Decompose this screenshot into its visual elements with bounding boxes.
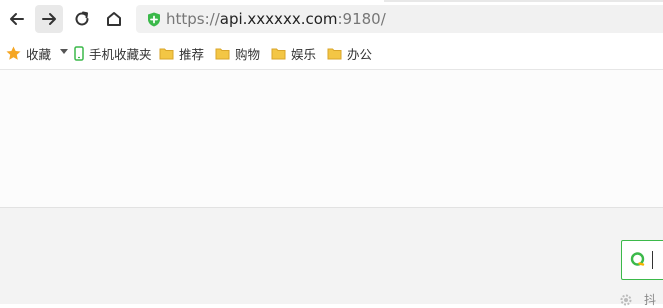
mobile-favorites[interactable]: 手机收藏夹 <box>74 44 152 62</box>
bookmark-folder[interactable]: 娱乐 <box>271 44 316 62</box>
shield-plus-icon <box>148 12 160 27</box>
bookmark-folder-label: 办公 <box>347 46 373 62</box>
bookmarks-bar: 收藏 手机收藏夹 推荐 购物 娱乐 办公 <box>0 38 663 70</box>
text-cursor <box>652 251 653 269</box>
arrow-right-icon <box>42 13 56 25</box>
page-content-area <box>0 70 663 207</box>
favorites-label: 收藏 <box>26 46 52 62</box>
reload-button[interactable] <box>68 5 96 33</box>
gear-icon[interactable] <box>619 293 633 307</box>
home-button[interactable] <box>100 5 128 33</box>
folder-icon <box>271 48 286 59</box>
bookmark-folder-label: 推荐 <box>179 46 205 62</box>
favorites-menu[interactable]: 收藏 <box>6 44 51 62</box>
url-scheme: https:// <box>166 10 220 28</box>
search-engine-logo-icon <box>630 252 645 266</box>
star-icon <box>6 46 21 60</box>
page-lower-area <box>0 207 663 304</box>
bookmark-folder[interactable]: 购物 <box>215 44 260 62</box>
folder-icon <box>159 48 174 59</box>
url-text[interactable]: https://api.xxxxxx.com:9180/ <box>166 9 386 29</box>
back-button[interactable] <box>3 5 31 33</box>
bookmark-folder[interactable]: 办公 <box>327 44 372 62</box>
folder-icon <box>215 48 230 59</box>
folder-icon <box>327 48 342 59</box>
chevron-down-icon[interactable] <box>60 49 68 54</box>
truncated-link-text[interactable]: 抖 <box>644 291 656 308</box>
search-input[interactable] <box>621 240 663 280</box>
forward-button[interactable] <box>35 5 63 33</box>
reload-icon <box>75 11 89 26</box>
phone-icon <box>74 45 84 61</box>
bookmark-folder-label: 娱乐 <box>291 46 317 62</box>
bookmark-folder-label: 购物 <box>235 46 261 62</box>
url-port-path: :9180/ <box>337 10 386 28</box>
home-icon <box>107 12 121 26</box>
bookmark-folder[interactable]: 推荐 <box>159 44 204 62</box>
url-host: api.xxxxxx.com <box>219 10 338 28</box>
arrow-left-icon <box>10 13 24 25</box>
address-bar[interactable]: https://api.xxxxxx.com:9180/ <box>136 5 663 33</box>
browser-toolbar: https://api.xxxxxx.com:9180/ <box>0 2 663 38</box>
mobile-favorites-label: 手机收藏夹 <box>89 46 152 62</box>
